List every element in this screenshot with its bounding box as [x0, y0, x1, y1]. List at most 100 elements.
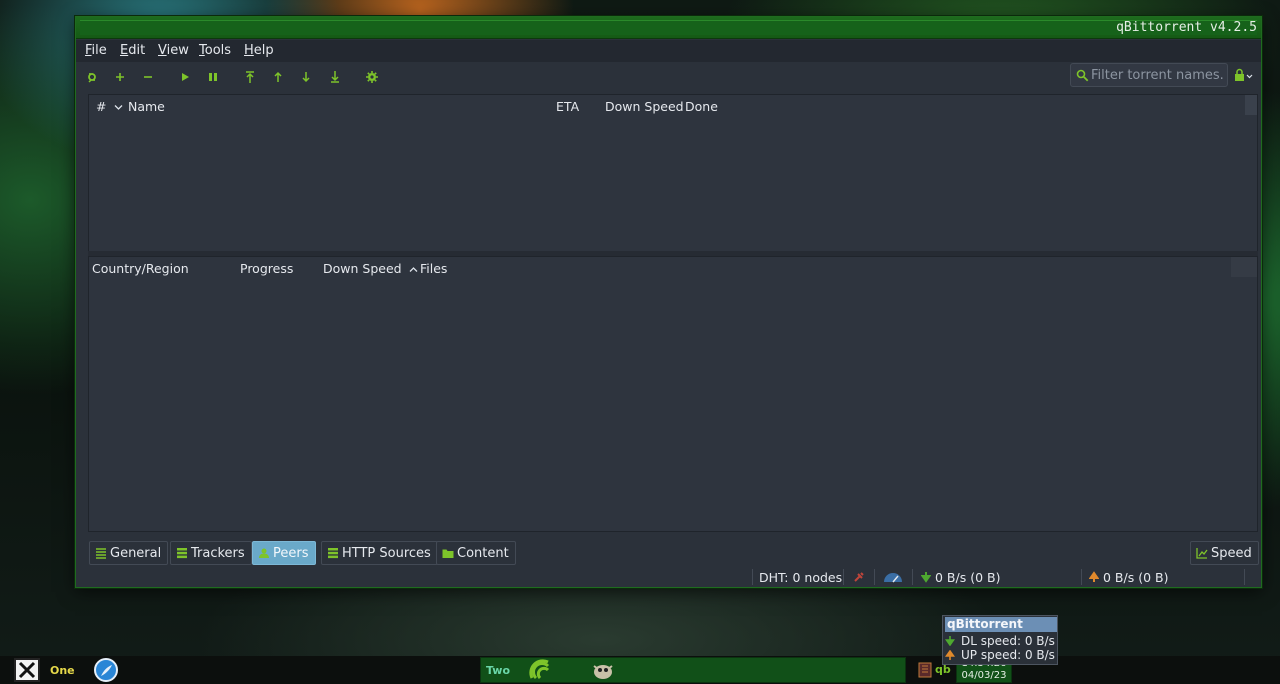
- workspace-two[interactable]: Two: [486, 664, 510, 677]
- start-menu-button[interactable]: [14, 658, 40, 682]
- status-separator: [843, 569, 844, 585]
- move-bottom-icon[interactable]: [326, 68, 344, 86]
- torrent-list-scrollbar[interactable]: [1245, 95, 1257, 115]
- download-arrow-icon: [921, 572, 931, 583]
- status-separator: [912, 569, 913, 585]
- tab-http-sources[interactable]: HTTP Sources: [321, 541, 438, 565]
- speed-button-label: Speed: [1211, 545, 1252, 561]
- column-peer-down-speed-label: Down Speed: [323, 261, 402, 276]
- move-down-icon[interactable]: [297, 68, 315, 86]
- chevron-up-icon: [409, 267, 418, 272]
- menu-edit[interactable]: Edit: [120, 43, 145, 58]
- workspace-one[interactable]: One: [50, 664, 75, 677]
- column-index-label: #: [96, 99, 107, 114]
- tab-peers-label: Peers: [273, 545, 309, 561]
- browser-launcher-icon[interactable]: [94, 658, 118, 682]
- filter-search-box[interactable]: [1070, 63, 1228, 87]
- list-icon: [96, 548, 106, 559]
- tooltip-title: qBittorrent: [945, 617, 1057, 632]
- tooltip-ul-speed: UP speed: 0 B/s: [961, 648, 1055, 662]
- column-header-country[interactable]: Country/Region: [92, 261, 189, 276]
- upload-arrow-icon: [944, 649, 956, 660]
- x-logo-icon: [18, 661, 36, 679]
- status-separator: [1081, 569, 1082, 585]
- title-bar-stripe: [80, 20, 1257, 35]
- menu-help-mnemonic: H: [244, 43, 254, 58]
- menu-view-label: iew: [166, 43, 189, 58]
- window-title: qBittorrent v4.2.5: [1116, 20, 1257, 35]
- connection-status-icon[interactable]: [852, 571, 866, 583]
- tooltip-dl-speed: DL speed: 0 B/s: [961, 634, 1055, 648]
- move-up-icon[interactable]: [269, 68, 287, 86]
- tooltip-ul-line: UP speed: 0 B/s: [944, 648, 1055, 662]
- download-arrow-icon: [944, 636, 956, 647]
- tab-content-label: Content: [457, 545, 509, 561]
- tray-app-icon[interactable]: [918, 662, 932, 678]
- menu-file-label: ile: [91, 43, 107, 58]
- column-header-eta[interactable]: ETA: [556, 99, 579, 114]
- add-link-icon[interactable]: [83, 68, 101, 86]
- gimp-task-icon[interactable]: [590, 658, 616, 682]
- filter-torrent-input[interactable]: [1091, 66, 1225, 84]
- remove-icon[interactable]: [139, 68, 157, 86]
- column-header-index[interactable]: #: [96, 99, 123, 114]
- tab-trackers-label: Trackers: [191, 545, 245, 561]
- menu-file[interactable]: File: [85, 43, 107, 58]
- add-torrent-icon[interactable]: [111, 68, 129, 86]
- menu-edit-mnemonic: E: [120, 43, 129, 58]
- chevron-down-icon: [115, 105, 123, 110]
- status-separator: [874, 569, 875, 585]
- column-header-name[interactable]: Name: [128, 99, 165, 114]
- menu-view-mnemonic: V: [158, 43, 167, 58]
- tab-trackers[interactable]: Trackers: [170, 541, 252, 565]
- alt-speed-limits-icon[interactable]: [883, 571, 903, 583]
- folder-icon: [442, 549, 454, 558]
- status-separator: [752, 569, 753, 585]
- tab-http-sources-label: HTTP Sources: [342, 545, 431, 561]
- column-header-down-speed[interactable]: Down Speed: [605, 99, 684, 114]
- status-bar: DHT: 0 nodes 0 B/s (0 B) 0 B/s (0 B): [76, 567, 1261, 587]
- upload-arrow-icon: [1089, 571, 1099, 582]
- move-top-icon[interactable]: [241, 68, 259, 86]
- torrent-list-header: # Name ETA Down Speed Done: [89, 95, 1257, 117]
- qbittorrent-task-icon[interactable]: [528, 658, 552, 682]
- column-header-progress[interactable]: Progress: [240, 261, 293, 276]
- peers-icon: [259, 548, 269, 558]
- menu-help[interactable]: Help: [244, 43, 274, 58]
- tab-general[interactable]: General: [89, 541, 169, 565]
- lock-icon[interactable]: [1234, 68, 1254, 82]
- clock-date: 04/03/23: [961, 670, 1007, 681]
- pause-icon[interactable]: [204, 68, 222, 86]
- peers-list-header: Country/Region Progress Down Speed Files: [89, 257, 1257, 279]
- qbittorrent-window: qBittorrent v4.2.5 File Edit View Tools …: [75, 16, 1262, 588]
- tab-content[interactable]: Content: [436, 541, 516, 565]
- peers-list[interactable]: Country/Region Progress Down Speed Files: [88, 256, 1258, 532]
- options-gear-icon[interactable]: [363, 68, 381, 86]
- menu-bar: File Edit View Tools Help: [76, 40, 1261, 62]
- server-icon: [177, 548, 187, 559]
- status-separator: [1244, 569, 1245, 585]
- tooltip-dl-line: DL speed: 0 B/s: [944, 634, 1055, 648]
- server-icon: [328, 548, 338, 559]
- title-bar[interactable]: qBittorrent v4.2.5: [76, 17, 1261, 39]
- menu-view[interactable]: View: [158, 43, 189, 58]
- search-icon: [1076, 69, 1089, 82]
- upload-speed-status[interactable]: 0 B/s (0 B): [1103, 570, 1168, 585]
- resume-icon[interactable]: [176, 68, 194, 86]
- feather-icon: [101, 665, 112, 676]
- tray-tooltip: qBittorrent DL speed: 0 B/s UP speed: 0 …: [942, 615, 1058, 665]
- torrent-list[interactable]: # Name ETA Down Speed Done: [88, 94, 1258, 252]
- dht-status: DHT: 0 nodes: [759, 570, 843, 585]
- chart-icon: [1196, 548, 1208, 559]
- menu-tools-label: ools: [204, 43, 232, 58]
- menu-help-label: elp: [253, 43, 274, 58]
- column-header-peer-down-speed[interactable]: Down Speed: [323, 261, 418, 276]
- peers-list-scrollbar[interactable]: [1231, 257, 1257, 277]
- column-header-files[interactable]: Files: [420, 261, 447, 276]
- menu-edit-label: dit: [128, 43, 146, 58]
- tab-peers[interactable]: Peers: [252, 541, 316, 565]
- menu-tools[interactable]: Tools: [199, 43, 231, 58]
- download-speed-status[interactable]: 0 B/s (0 B): [935, 570, 1000, 585]
- column-header-done[interactable]: Done: [685, 99, 718, 114]
- speed-button[interactable]: Speed: [1190, 541, 1259, 565]
